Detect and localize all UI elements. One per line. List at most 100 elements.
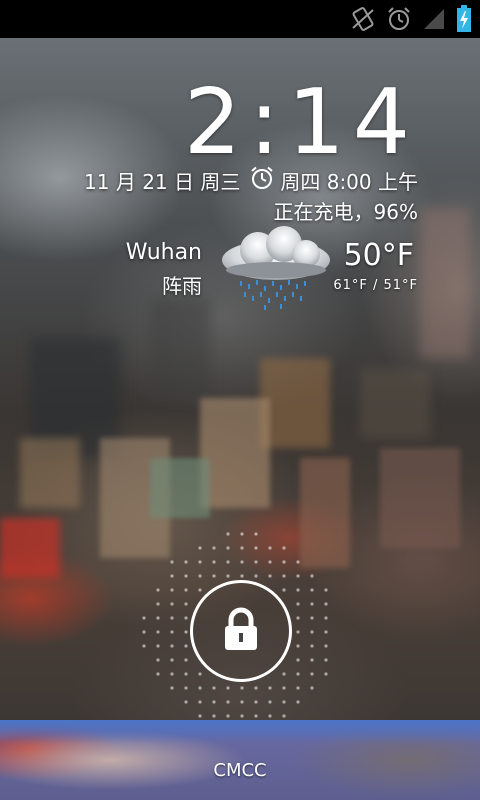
unlock-dot [170, 574, 174, 578]
unlock-dot [198, 574, 202, 578]
unlock-dot [324, 658, 328, 662]
unlock-dot [324, 672, 328, 676]
unlock-dot [310, 686, 314, 690]
unlock-dot [254, 560, 258, 564]
next-alarm-text: 周四 8:00 上午 [280, 170, 418, 194]
padlock-icon [221, 607, 261, 655]
no-sim-icon [350, 6, 376, 32]
unlock-dot [198, 546, 202, 550]
unlock-dot [296, 686, 300, 690]
unlock-dot [170, 630, 174, 634]
date-text: 11 月 21 日 周三 [84, 170, 241, 194]
weather-range: 61°F / 51°F [333, 278, 418, 293]
unlock-dot [184, 644, 188, 648]
unlock-dot [240, 560, 244, 564]
unlock-dot [226, 532, 230, 536]
unlock-dot [184, 672, 188, 676]
unlock-dot [184, 686, 188, 690]
unlock-dot [310, 602, 314, 606]
unlock-dot [296, 644, 300, 648]
clock-minute: 14 [287, 70, 418, 175]
unlock-dot [324, 602, 328, 606]
date-row: 11 月 21 日 周三 周四 8:00 上午 [84, 166, 418, 195]
unlock-dot [142, 616, 146, 620]
unlock-dot [282, 672, 286, 676]
unlock-dot [170, 560, 174, 564]
unlock-dot [156, 658, 160, 662]
unlock-dot [254, 714, 258, 718]
unlock-dot [212, 714, 216, 718]
unlock-dot [310, 588, 314, 592]
unlock-dot [240, 574, 244, 578]
unlock-dot [226, 714, 230, 718]
unlock-dot [198, 588, 202, 592]
unlock-dot [198, 714, 202, 718]
unlock-dot [226, 574, 230, 578]
unlock-dot [142, 630, 146, 634]
unlock-dot [184, 588, 188, 592]
unlock-dot [170, 672, 174, 676]
charging-status: 正在充电，96% [273, 200, 418, 224]
unlock-dot [198, 560, 202, 564]
unlock-dot [156, 644, 160, 648]
unlock-dot [254, 546, 258, 550]
unlock-dot [296, 658, 300, 662]
unlock-dot [184, 700, 188, 704]
unlock-dot [324, 588, 328, 592]
weather-condition: 阵雨 [162, 274, 202, 298]
unlock-dot [268, 546, 272, 550]
unlock-dot [142, 644, 146, 648]
unlock-dot [310, 630, 314, 634]
unlock-dot [170, 616, 174, 620]
unlock-dot [254, 532, 258, 536]
unlock-dot [156, 630, 160, 634]
alarm-clock-icon [250, 166, 274, 195]
weather-temperature: 50°F [343, 238, 414, 273]
battery-charging-icon [456, 5, 472, 33]
unlock-dot [198, 686, 202, 690]
unlock-dot [156, 602, 160, 606]
unlock-dot [198, 672, 202, 676]
unlock-dot [296, 560, 300, 564]
clock-hour: 2 [183, 70, 250, 175]
unlock-dot [240, 700, 244, 704]
unlock-dot [296, 630, 300, 634]
unlock-dot [268, 714, 272, 718]
unlock-dot [170, 658, 174, 662]
unlock-handle[interactable] [190, 580, 292, 682]
unlock-dot [226, 686, 230, 690]
unlock-dot [240, 714, 244, 718]
unlock-dot [212, 686, 216, 690]
unlock-dot [254, 686, 258, 690]
unlock-dot [226, 560, 230, 564]
unlock-dot [296, 574, 300, 578]
unlock-dot [240, 546, 244, 550]
unlock-dot [240, 532, 244, 536]
unlock-dot [268, 574, 272, 578]
unlock-dot [254, 574, 258, 578]
unlock-widget[interactable] [140, 530, 340, 730]
carrier-label: CMCC [213, 760, 267, 781]
unlock-dot [212, 546, 216, 550]
status-bar [0, 0, 480, 38]
unlock-dot [226, 546, 230, 550]
unlock-dot [324, 644, 328, 648]
status-icons [350, 5, 472, 33]
rain-cloud-icon [218, 226, 334, 312]
unlock-dot [184, 630, 188, 634]
lock-screen: 2:14 11 月 21 日 周三 周四 8:00 上午 正在充电，96% Wu… [0, 0, 480, 800]
unlock-dot [184, 616, 188, 620]
signal-icon [422, 7, 446, 31]
unlock-dot [310, 658, 314, 662]
unlock-dot [310, 616, 314, 620]
unlock-dot [324, 616, 328, 620]
unlock-dot [296, 700, 300, 704]
next-alarm: 周四 8:00 上午 [250, 166, 418, 195]
alarm-icon [386, 6, 412, 32]
unlock-dot [296, 602, 300, 606]
unlock-dot [296, 588, 300, 592]
unlock-dot [170, 644, 174, 648]
unlock-dot [184, 574, 188, 578]
unlock-dot [282, 588, 286, 592]
unlock-dot [184, 560, 188, 564]
